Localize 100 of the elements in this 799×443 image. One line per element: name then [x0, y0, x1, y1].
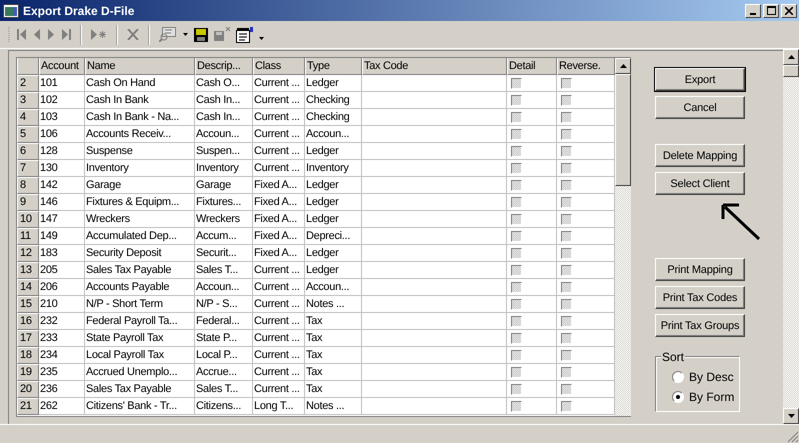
row-number[interactable]: 3 [17, 92, 39, 109]
action-button[interactable]: Print Tax Groups [655, 314, 745, 337]
last-record-icon[interactable] [61, 29, 71, 40]
action-button[interactable]: Print Tax Codes [655, 286, 745, 309]
checkbox[interactable] [511, 298, 522, 310]
radio-option[interactable]: By Form [672, 387, 734, 407]
row-number[interactable]: 12 [17, 245, 39, 262]
column-header[interactable]: Descrip... [195, 58, 253, 75]
action-button[interactable]: Delete Mapping [655, 144, 745, 167]
checkbox[interactable] [561, 230, 572, 242]
action-button[interactable]: Select Client [655, 172, 745, 195]
checkbox[interactable] [511, 316, 522, 326]
row-number[interactable]: 16 [17, 313, 39, 330]
checkbox[interactable] [511, 78, 522, 88]
checkbox[interactable] [561, 264, 572, 276]
row-number[interactable]: 6 [17, 143, 39, 160]
checkbox[interactable] [511, 128, 522, 140]
row-number[interactable]: 10 [17, 211, 39, 228]
checkbox[interactable] [561, 384, 572, 394]
scroll-thumb[interactable] [783, 65, 799, 77]
checkbox[interactable] [561, 282, 572, 292]
checkbox[interactable] [561, 180, 572, 190]
maximize-button[interactable] [763, 4, 779, 18]
row-number[interactable]: 13 [17, 262, 39, 279]
checkbox[interactable] [561, 366, 572, 378]
checkbox[interactable] [561, 112, 572, 122]
checkbox[interactable] [561, 162, 572, 174]
column-header[interactable]: Class [253, 58, 305, 75]
column-header[interactable]: Tax Code [362, 58, 507, 75]
checkbox[interactable] [511, 94, 522, 106]
row-number[interactable]: 21 [17, 398, 39, 415]
checkbox[interactable] [561, 78, 572, 88]
action-button[interactable]: Print Mapping [655, 258, 745, 281]
checkbox[interactable] [561, 350, 572, 360]
checkbox[interactable] [511, 214, 522, 224]
checkbox[interactable] [511, 162, 522, 174]
row-number[interactable]: 2 [17, 75, 39, 92]
checkbox[interactable] [561, 196, 572, 208]
column-header[interactable]: Account [39, 58, 85, 75]
delete-icon[interactable] [127, 29, 139, 40]
radio-option[interactable]: By Desc [672, 367, 734, 387]
checkbox[interactable] [511, 146, 522, 156]
row-number[interactable]: 20 [17, 381, 39, 398]
checkbox[interactable] [511, 180, 522, 190]
checkbox[interactable] [511, 248, 522, 258]
scroll-thumb[interactable] [615, 74, 631, 186]
checkbox[interactable] [511, 400, 522, 412]
checkbox[interactable] [511, 332, 522, 344]
previous-record-icon[interactable] [33, 29, 41, 40]
scroll-down-button[interactable] [783, 408, 799, 424]
action-button[interactable]: Export [655, 68, 745, 91]
checkbox[interactable] [561, 332, 572, 344]
row-number[interactable]: 11 [17, 228, 39, 245]
checkbox[interactable] [561, 316, 572, 326]
next-record-icon[interactable] [47, 29, 55, 40]
scroll-up-button[interactable] [783, 49, 799, 65]
checkbox[interactable] [511, 384, 522, 394]
checkbox[interactable] [511, 230, 522, 242]
delete-save-icon[interactable] [214, 27, 230, 42]
row-number[interactable]: 7 [17, 160, 39, 177]
column-header[interactable]: Reverse. [557, 58, 615, 75]
row-number[interactable]: 18 [17, 347, 39, 364]
scrollbar[interactable] [783, 49, 799, 424]
row-number[interactable]: 8 [17, 177, 39, 194]
row-number[interactable]: 19 [17, 364, 39, 381]
row-number[interactable]: 14 [17, 279, 39, 296]
checkbox[interactable] [511, 112, 522, 122]
checkbox[interactable] [511, 366, 522, 378]
checkbox[interactable] [561, 128, 572, 140]
checkbox[interactable] [511, 264, 522, 276]
checkbox[interactable] [561, 146, 572, 156]
properties-icon[interactable] [236, 26, 253, 42]
checkbox[interactable] [561, 94, 572, 106]
close-button[interactable] [781, 4, 797, 18]
radio-icon[interactable] [672, 371, 684, 383]
checkbox[interactable] [511, 350, 522, 360]
column-header[interactable]: Type [305, 58, 362, 75]
dropdown-caret-icon[interactable] [183, 33, 188, 36]
row-number[interactable]: 15 [17, 296, 39, 313]
new-record-icon[interactable] [91, 29, 107, 40]
first-record-icon[interactable] [17, 29, 27, 40]
checkbox[interactable] [561, 400, 572, 412]
checkbox[interactable] [561, 248, 572, 258]
action-button[interactable]: Cancel [655, 96, 745, 119]
radio-icon[interactable] [672, 391, 684, 403]
checkbox[interactable] [511, 196, 522, 208]
row-number[interactable]: 9 [17, 194, 39, 211]
checkbox[interactable] [561, 298, 572, 310]
save-icon[interactable] [194, 28, 208, 42]
minimize-button[interactable] [745, 4, 761, 18]
row-number[interactable]: 4 [17, 109, 39, 126]
scrollbar[interactable] [615, 58, 631, 416]
row-number[interactable]: 17 [17, 330, 39, 347]
column-header[interactable]: Name [85, 58, 195, 75]
find-icon[interactable] [159, 27, 177, 42]
scroll-up-button[interactable] [615, 58, 631, 74]
column-header[interactable]: Detail [507, 58, 557, 75]
checkbox[interactable] [561, 214, 572, 224]
checkbox[interactable] [511, 282, 522, 292]
row-number[interactable]: 5 [17, 126, 39, 143]
